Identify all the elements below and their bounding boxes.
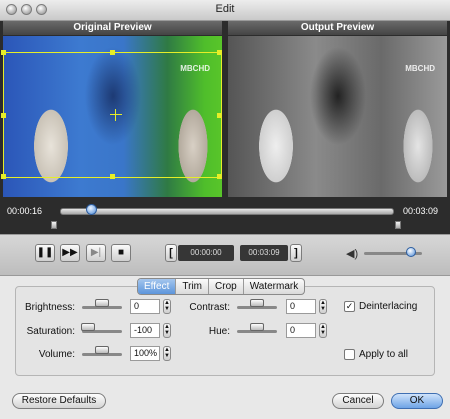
crop-handle[interactable]: [1, 174, 6, 179]
crop-handle[interactable]: [217, 113, 222, 118]
contrast-field[interactable]: 0: [286, 299, 316, 314]
brightness-knob[interactable]: [95, 299, 109, 307]
brightness-field[interactable]: 0: [130, 299, 160, 314]
original-preview-header: Original Preview: [3, 21, 222, 35]
tab-bar: Effect Trim Crop Watermark: [137, 278, 306, 295]
crop-selection-rect[interactable]: [1, 50, 222, 179]
saturation-label: Saturation:: [26, 326, 75, 337]
volume-field[interactable]: 100%: [130, 346, 160, 361]
output-preview-video: MBCHD: [228, 36, 447, 197]
speaker-icon: ◀︎): [346, 248, 359, 260]
deinterlacing-label: Deinterlacing: [359, 301, 418, 312]
timeline-playhead[interactable]: [86, 204, 97, 215]
contrast-knob[interactable]: [250, 299, 264, 307]
crop-handle[interactable]: [217, 174, 222, 179]
tab-crop[interactable]: Crop: [209, 279, 244, 294]
contrast-stepper[interactable]: ▲ ▼: [319, 299, 327, 314]
volume-effect-knob[interactable]: [95, 346, 109, 354]
tab-effect[interactable]: Effect: [138, 279, 177, 294]
set-start-button[interactable]: [: [165, 244, 177, 262]
crop-handle[interactable]: [110, 50, 115, 55]
hue-field[interactable]: 0: [286, 323, 316, 338]
crop-handle[interactable]: [110, 174, 115, 179]
apply-to-all-label: Apply to all: [359, 349, 408, 360]
ok-button[interactable]: OK: [391, 393, 443, 409]
saturation-field[interactable]: -100: [130, 323, 160, 338]
start-time-display: 00:00:00: [178, 245, 234, 261]
current-time: 00:00:16: [7, 206, 43, 216]
crosshair-icon[interactable]: [110, 109, 122, 121]
cancel-button[interactable]: Cancel: [332, 393, 384, 409]
edit-window: Edit Original Preview Output Preview MBC…: [0, 0, 450, 419]
stop-button[interactable]: ■: [111, 244, 131, 262]
end-time-display: 00:03:09: [240, 245, 288, 261]
timeline-slider[interactable]: [60, 208, 394, 215]
trim-end-marker[interactable]: [395, 221, 401, 229]
brightness-label: Brightness:: [24, 302, 75, 313]
hue-stepper[interactable]: ▲ ▼: [319, 323, 327, 338]
saturation-knob[interactable]: [81, 323, 95, 331]
watermark-text-output: MBCHD: [405, 64, 435, 73]
volume-knob[interactable]: [406, 247, 416, 257]
hue-knob[interactable]: [250, 323, 264, 331]
playback-toolbar: ❚❚ ▶▶ ▶| ■ [ 00:00:00 00:03:09 ] ◀︎): [0, 234, 450, 276]
tab-trim[interactable]: Trim: [176, 279, 210, 294]
crop-handle[interactable]: [1, 113, 6, 118]
set-end-button[interactable]: ]: [290, 244, 302, 262]
total-time: 00:03:09: [403, 206, 439, 216]
window-title: Edit: [215, 3, 235, 15]
trim-start-marker[interactable]: [51, 221, 57, 229]
deinterlacing-checkbox[interactable]: ✓: [344, 301, 355, 312]
volume-label: Volume:: [38, 349, 75, 360]
output-preview-header: Output Preview: [228, 21, 447, 35]
fast-forward-button[interactable]: ▶▶: [60, 244, 80, 262]
apply-to-all-checkbox[interactable]: [344, 349, 355, 360]
volume-stepper[interactable]: ▲ ▼: [163, 346, 171, 361]
brightness-stepper[interactable]: ▲ ▼: [163, 299, 171, 314]
crop-handle[interactable]: [217, 50, 222, 55]
tab-watermark[interactable]: Watermark: [244, 279, 305, 294]
saturation-stepper[interactable]: ▲ ▼: [163, 323, 171, 338]
contrast-label: Contrast:: [189, 302, 230, 313]
next-frame-button[interactable]: ▶|: [86, 244, 106, 262]
restore-defaults-button[interactable]: Restore Defaults: [12, 393, 106, 409]
hue-label: Hue:: [208, 326, 230, 337]
pause-button[interactable]: ❚❚: [35, 244, 55, 262]
crop-handle[interactable]: [1, 50, 6, 55]
title-bar: Edit: [0, 0, 450, 21]
